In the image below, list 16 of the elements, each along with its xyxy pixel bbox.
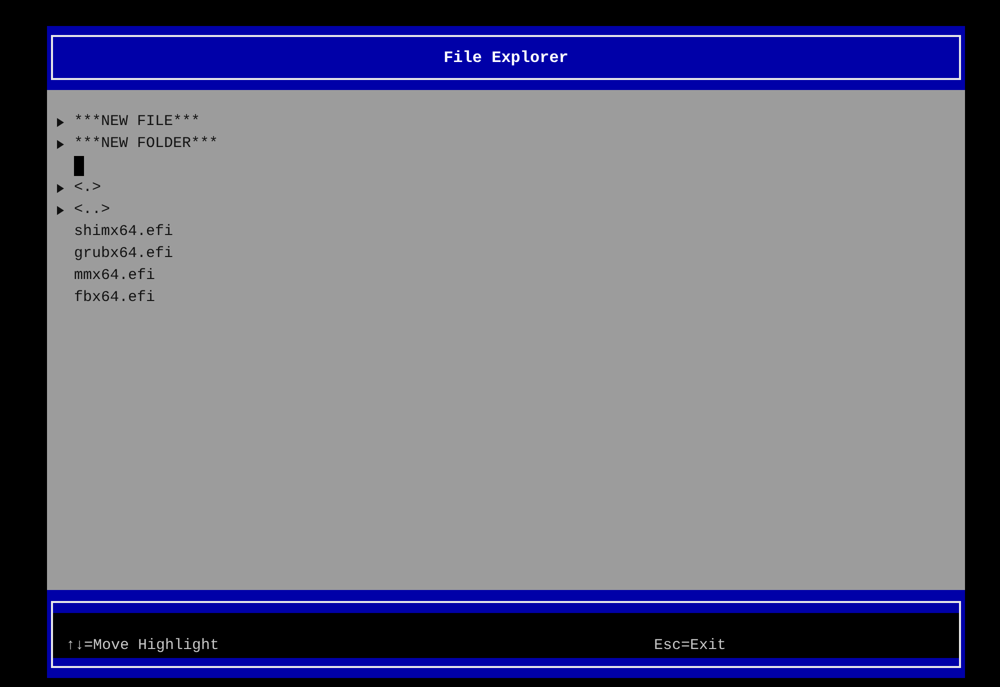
file-entry[interactable]: shimx64.efi <box>74 221 174 243</box>
menu-entry[interactable]: ***NEW FOLDER*** <box>74 133 218 155</box>
menu-entry[interactable]: ***NEW FILE*** <box>74 111 200 133</box>
text-cursor <box>74 156 84 176</box>
key-hint: ↑↓=Move Highlight <box>66 636 220 656</box>
menu-entry[interactable]: <.> <box>74 177 102 199</box>
key-hint: Esc=Exit <box>654 636 728 656</box>
triangle-icon <box>57 206 64 214</box>
triangle-icon <box>57 184 64 192</box>
triangle-icon <box>57 140 64 148</box>
file-entry[interactable]: grubx64.efi <box>74 243 174 265</box>
file-entry[interactable]: mmx64.efi <box>74 265 156 287</box>
file-entry[interactable]: fbx64.efi <box>74 287 156 309</box>
triangle-icon <box>57 118 64 126</box>
window-title: File Explorer <box>51 35 961 80</box>
menu-entry[interactable]: <..> <box>74 199 110 221</box>
